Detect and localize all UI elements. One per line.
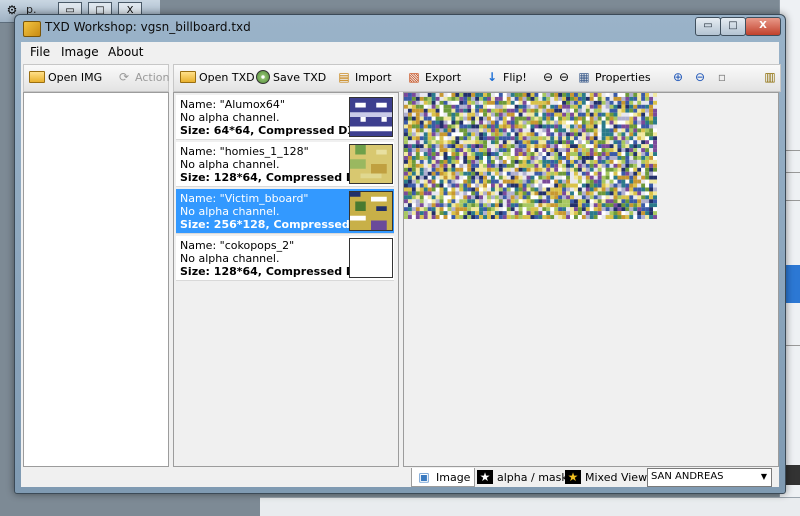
texture-name: Name: "Victim_bboard" bbox=[180, 192, 309, 205]
tab-mixed-view[interactable]: ★ Mixed View bbox=[561, 468, 651, 486]
tab-mixed-label: Mixed View bbox=[585, 470, 648, 484]
export-label: Export bbox=[425, 70, 462, 84]
window-title: TXD Workshop: vgsn_billboard.txd bbox=[45, 20, 251, 34]
save-txd-button[interactable]: Save TXD bbox=[256, 68, 326, 86]
texture-alpha: No alpha channel. bbox=[180, 158, 280, 171]
menu-bar: File Image About bbox=[21, 42, 779, 62]
rotate-left-icon: ⊖ bbox=[542, 70, 554, 84]
extra-tool-button[interactable]: ▥ bbox=[762, 68, 778, 86]
fit-view-icon: ▫ bbox=[717, 70, 727, 84]
open-txd-label: Open TXD bbox=[199, 70, 255, 84]
import-button[interactable]: ▤ Import bbox=[336, 68, 392, 86]
app-icon bbox=[23, 21, 41, 37]
background-bottom-strip bbox=[260, 497, 800, 516]
texture-size: Size: 64*64, Compressed DXT1 bbox=[180, 124, 372, 137]
export-icon: ▧ bbox=[408, 70, 420, 84]
zoom-out-button[interactable]: ⊖ bbox=[692, 68, 708, 86]
texture-item-cokopops-2[interactable]: Name: "cokopops_2" No alpha channel. Siz… bbox=[176, 236, 394, 281]
open-img-button[interactable]: Open IMG bbox=[29, 68, 102, 86]
folder-icon bbox=[29, 71, 45, 83]
zoom-in-icon: ⊕ bbox=[672, 70, 684, 84]
export-button[interactable]: ▧ Export bbox=[406, 68, 461, 86]
minimize-button[interactable]: ▭ bbox=[695, 17, 721, 36]
import-label: Import bbox=[355, 70, 392, 84]
notepad-icon: ▥ bbox=[764, 70, 776, 84]
texture-thumbnail bbox=[349, 238, 393, 278]
tab-image[interactable]: ▣ Image bbox=[411, 468, 476, 487]
flip-arrow-icon: ↓ bbox=[486, 70, 498, 84]
tab-alpha-label: alpha / mask bbox=[497, 470, 568, 484]
texture-name: Name: "Alumox64" bbox=[180, 98, 285, 111]
chevron-down-icon: ▼ bbox=[760, 472, 768, 481]
left-toolbar: Open IMG ⟳ Action bbox=[23, 64, 169, 92]
rotate-right-icon: ⊖ bbox=[558, 70, 570, 84]
texture-item-victim-bboard[interactable]: Name: "Victim_bboard" No alpha channel. … bbox=[176, 189, 394, 234]
texture-name: Name: "cokopops_2" bbox=[180, 239, 295, 252]
action-icon: ⟳ bbox=[118, 70, 130, 84]
view-mode-bar: ▣ Image ★ alpha / mask ★ Mixed View SAN … bbox=[403, 467, 777, 487]
folder-icon bbox=[180, 71, 196, 83]
billboard-texture-image bbox=[404, 93, 657, 219]
flip-label: Flip! bbox=[503, 70, 527, 84]
picture-icon: ▣ bbox=[418, 470, 430, 484]
texture-list[interactable]: Name: "Alumox64" No alpha channel. Size:… bbox=[173, 92, 399, 467]
img-file-list[interactable] bbox=[23, 92, 169, 467]
menu-about[interactable]: About bbox=[108, 45, 143, 59]
fit-view-button[interactable]: ▫ bbox=[714, 68, 730, 86]
import-icon: ▤ bbox=[338, 70, 350, 84]
texture-item-alumox64[interactable]: Name: "Alumox64" No alpha channel. Size:… bbox=[176, 95, 394, 140]
client-area: File Image About Open IMG ⟳ Action Open … bbox=[21, 42, 781, 487]
flip-button[interactable]: ↓ Flip! bbox=[484, 68, 527, 86]
open-txd-button[interactable]: Open TXD bbox=[180, 68, 255, 86]
game-version-value: SAN ANDREAS bbox=[651, 471, 724, 482]
texture-thumbnail bbox=[349, 97, 393, 137]
menu-image[interactable]: Image bbox=[61, 45, 99, 59]
txd-workshop-window: TXD Workshop: vgsn_billboard.txd ▭ □ X F… bbox=[14, 14, 786, 494]
zoom-in-button[interactable]: ⊕ bbox=[670, 68, 686, 86]
close-button[interactable]: X bbox=[745, 17, 781, 36]
zoom-out-icon: ⊖ bbox=[694, 70, 706, 84]
rotate-left-button[interactable]: ⊖ bbox=[540, 68, 556, 86]
mixed-star-icon: ★ bbox=[565, 470, 581, 484]
action-label: Action bbox=[135, 70, 170, 84]
title-bar[interactable]: TXD Workshop: vgsn_billboard.txd ▭ □ X bbox=[15, 15, 785, 41]
maximize-button[interactable]: □ bbox=[720, 17, 746, 36]
properties-label: Properties bbox=[595, 70, 651, 84]
properties-button[interactable]: ▦ Properties bbox=[576, 68, 651, 86]
tab-alpha-mask[interactable]: ★ alpha / mask bbox=[473, 468, 572, 486]
star-icon: ★ bbox=[477, 470, 493, 484]
texture-item-homies-1-128[interactable]: Name: "homies_1_128" No alpha channel. S… bbox=[176, 142, 394, 187]
main-toolbar: Open TXD Save TXD ▤ Import ▧ Export ↓ Fl… bbox=[173, 64, 781, 92]
rotate-right-button[interactable]: ⊖ bbox=[556, 68, 572, 86]
tab-image-label: Image bbox=[436, 470, 471, 484]
texture-alpha: No alpha channel. bbox=[180, 111, 280, 124]
properties-icon: ▦ bbox=[578, 70, 590, 84]
save-txd-label: Save TXD bbox=[273, 70, 327, 84]
image-preview-area[interactable] bbox=[403, 92, 779, 467]
texture-alpha: No alpha channel. bbox=[180, 252, 280, 265]
save-disk-icon bbox=[256, 70, 270, 84]
texture-thumbnail bbox=[349, 144, 393, 184]
game-version-select[interactable]: SAN ANDREAS ▼ bbox=[647, 468, 772, 487]
texture-name: Name: "homies_1_128" bbox=[180, 145, 309, 158]
open-img-label: Open IMG bbox=[48, 70, 103, 84]
texture-thumbnail bbox=[349, 191, 393, 231]
action-button[interactable]: ⟳ Action bbox=[116, 68, 169, 86]
menu-file[interactable]: File bbox=[30, 45, 50, 59]
texture-alpha: No alpha channel. bbox=[180, 205, 280, 218]
